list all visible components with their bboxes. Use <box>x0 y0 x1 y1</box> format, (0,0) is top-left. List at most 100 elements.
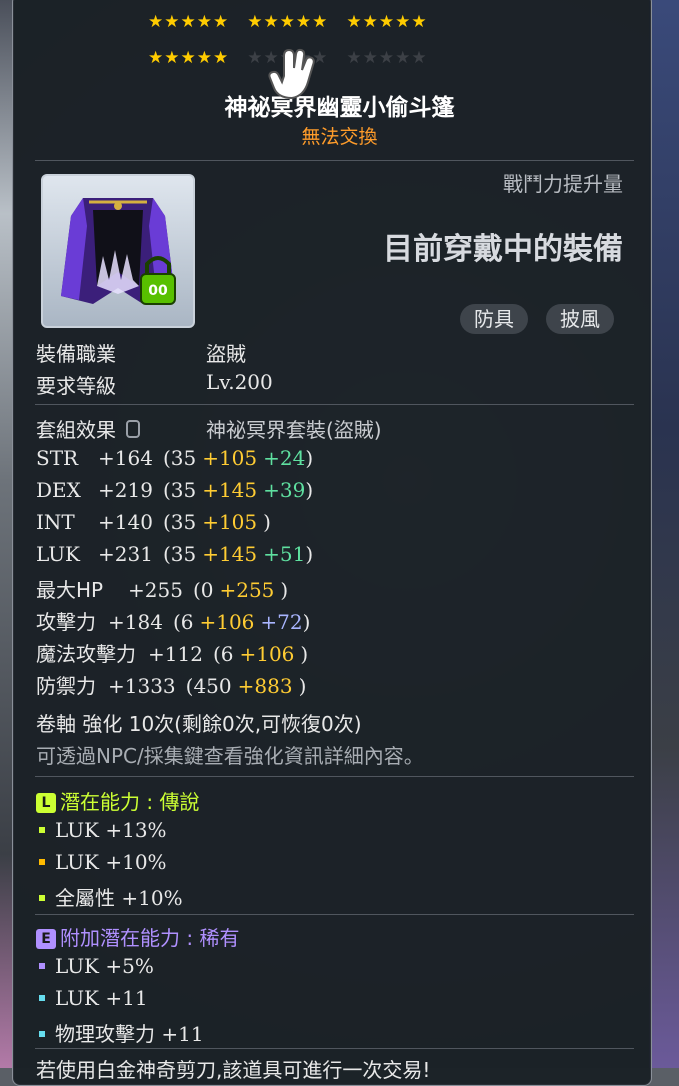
stat-row: 防禦力 +1333 (450 +883) <box>36 670 306 699</box>
stat-bonus-flame: +106 <box>239 642 295 666</box>
stat-total: +140 <box>98 510 153 534</box>
set-effect-label: 套組效果 <box>36 414 141 443</box>
stat-base: (35 <box>162 510 197 534</box>
stat-row: STR +164 (35 +105 +24) <box>36 446 313 470</box>
glove-cursor-icon <box>268 48 315 100</box>
stat-name: INT <box>36 510 75 534</box>
job-label: 裝備職業 <box>36 342 116 366</box>
scroll-hint: 可透過NPC/採集鍵查看強化資訊詳細內容。 <box>36 744 424 768</box>
divider <box>35 160 634 161</box>
stat-base: (35 <box>162 542 197 566</box>
stat-bonus-flame: +255 <box>219 578 275 602</box>
stat-row: 魔法攻擊力 +112 (6 +106) <box>36 638 308 667</box>
stat-base: (6 <box>172 610 194 634</box>
combat-power-label: 戰鬥力提升量 <box>503 172 623 196</box>
star-group-empty: ★★★★★ <box>346 48 428 68</box>
legendary-badge-icon: L <box>36 793 56 813</box>
divider <box>35 776 634 777</box>
background-right-strip <box>649 0 679 1068</box>
stat-total: +184 <box>108 610 163 634</box>
star-group: ★★★★★ <box>148 48 230 68</box>
bonus-potential-line: LUK +5% <box>36 954 154 978</box>
star-force-row-1: ★★★★★ ★★★★★ ★★★★★ <box>148 12 446 32</box>
background-left-edge <box>0 0 12 1068</box>
stat-row: DEX +219 (35 +145 +39) <box>36 478 313 502</box>
stat-name: DEX <box>36 478 81 502</box>
stat-name: STR <box>36 446 79 470</box>
stat-total: +1333 <box>108 674 176 698</box>
potential-line-text: LUK +10% <box>55 850 167 874</box>
stat-name: 攻擊力 <box>36 610 96 634</box>
set-effect-value: 神祕冥界套裝(盜賊) <box>206 418 382 442</box>
stat-name: 最大HP <box>36 578 104 602</box>
stat-bonus-star: +24 <box>263 446 306 470</box>
potential-label: 潛在能力 : 傳說 <box>60 790 200 814</box>
bullet-icon <box>39 859 45 865</box>
item-icon-frame[interactable]: 00 <box>41 174 195 328</box>
bullet-icon <box>39 895 45 901</box>
level-value: Lv.200 <box>206 370 273 394</box>
stat-close: ) <box>305 542 314 566</box>
trade-status: 無法交換 <box>301 126 378 148</box>
stat-base: (35 <box>162 478 197 502</box>
stat-close: ) <box>298 674 307 698</box>
potential-header: L 潛在能力 : 傳說 <box>36 786 199 815</box>
stat-bonus-flame: +145 <box>202 542 258 566</box>
lock-small-icon <box>126 420 141 438</box>
stat-close: ) <box>263 510 271 534</box>
potential-line-text: LUK +13% <box>55 818 167 842</box>
set-effect-label-text: 套組效果 <box>36 418 116 442</box>
purple-cape-icon: 00 <box>61 198 176 305</box>
stat-base: (450 <box>185 674 232 698</box>
item-name: 神祕冥界幽靈小偷斗篷 <box>224 95 455 121</box>
stat-close: ) <box>302 610 311 634</box>
bullet-icon <box>39 827 45 833</box>
stat-bonus-flame: +105 <box>202 510 258 534</box>
stat-name: 魔法攻擊力 <box>36 642 136 666</box>
stat-bonus-star: +51 <box>263 542 306 566</box>
stat-row: 攻擊力 +184 (6 +106 +72) <box>36 606 310 635</box>
star-group: ★★★★★ <box>346 12 428 32</box>
bonus-potential-header: E 附加潛在能力 : 稀有 <box>36 922 239 951</box>
stat-name: LUK <box>36 542 80 566</box>
stat-total: +219 <box>98 478 153 502</box>
potential-line-text: 全屬性 +10% <box>55 886 183 910</box>
divider <box>35 914 634 915</box>
bonus-potential-line-text: LUK +11 <box>55 986 148 1010</box>
stat-row: INT +140 (35 +105) <box>36 510 271 534</box>
stat-bonus-star: +39 <box>263 478 306 502</box>
divider <box>35 404 634 405</box>
potential-line: 全屬性 +10% <box>36 882 183 911</box>
stat-base: (6 <box>212 642 234 666</box>
bonus-potential-line: 物理攻擊力 +11 <box>36 1018 204 1047</box>
scroll-upgrade-line: 卷軸 強化 10次(剩餘0次,可恢復0次) <box>36 712 362 736</box>
bullet-icon <box>39 995 45 1001</box>
stat-close: ) <box>280 578 289 602</box>
bonus-potential-line: LUK +11 <box>36 986 148 1010</box>
stat-row: LUK +231 (35 +145 +51) <box>36 542 313 566</box>
potential-line: LUK +10% <box>36 850 167 874</box>
bonus-potential-line-text: 物理攻擊力 +11 <box>55 1022 204 1046</box>
bonus-potential-line-text: LUK +5% <box>55 954 154 978</box>
stat-bonus-flame: +105 <box>202 446 258 470</box>
stat-close: ) <box>305 446 314 470</box>
stat-total: +112 <box>148 642 203 666</box>
stat-total: +255 <box>128 578 183 602</box>
stat-close: ) <box>300 642 309 666</box>
rare-badge-icon: E <box>36 929 56 949</box>
stat-base: (0 <box>192 578 214 602</box>
stat-close: ) <box>305 478 314 502</box>
bullet-icon <box>39 963 45 969</box>
potential-line: LUK +13% <box>36 818 167 842</box>
stat-bonus-star: +72 <box>260 610 303 634</box>
stat-total: +164 <box>98 446 153 470</box>
bonus-potential-label: 附加潛在能力 : 稀有 <box>60 926 240 950</box>
star-group: ★★★★★ <box>247 12 329 32</box>
bullet-icon <box>39 1031 45 1037</box>
tag-armor: 防具 <box>460 304 528 334</box>
tag-cape: 披風 <box>546 304 614 334</box>
stat-base: (35 <box>162 446 197 470</box>
equipped-status: 目前穿戴中的裝備 <box>383 232 623 267</box>
job-value: 盜賊 <box>206 342 246 366</box>
scissors-footer: 若使用白金神奇剪刀,該道具可進行一次交易! <box>36 1058 431 1082</box>
